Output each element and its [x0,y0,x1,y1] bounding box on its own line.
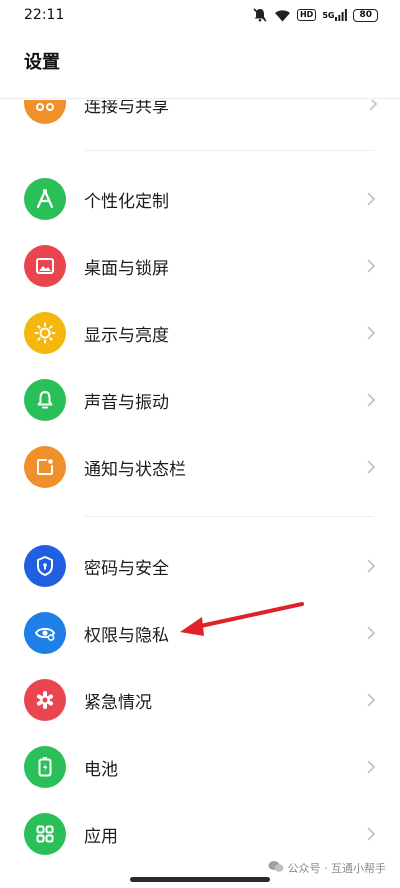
chevron-right-icon [364,556,378,576]
status-time: 22:11 [24,7,65,23]
battery-icon [24,746,66,788]
settings-item-desktop-lockscreen[interactable]: 桌面与锁屏 [0,233,400,299]
chevron-right-icon [364,757,378,777]
settings-item-label: 通知与状态栏 [84,459,186,480]
page-title: 设置 [24,52,60,73]
mute-bell-icon [252,8,268,22]
status-bar: 22:11 HD 5G 80 [0,0,400,30]
home-indicator[interactable] [130,877,270,882]
settings-item-label: 连接与共享 [84,100,169,117]
settings-item-notification-statusbar[interactable]: 通知与状态栏 [0,434,400,500]
hd-badge: HD [296,9,317,21]
notification-icon [24,446,66,488]
apps-grid-icon [24,813,66,855]
wifi-icon [274,9,291,22]
settings-item-display-brightness[interactable]: 显示与亮度 [0,300,400,366]
battery-indicator: 80 [353,8,378,22]
personalize-icon [24,178,66,220]
chevron-right-icon [364,824,378,844]
settings-item-label: 电池 [84,759,118,780]
settings-item-label: 紧急情况 [84,692,152,713]
connection-icon [24,100,66,124]
chevron-right-icon [364,623,378,643]
brightness-icon [24,312,66,354]
shield-lock-icon [24,545,66,587]
chevron-right-icon [368,100,378,116]
group-divider [84,150,374,151]
signal-icon: 5G [322,9,348,21]
settings-item-label: 密码与安全 [84,558,169,579]
chevron-right-icon [364,690,378,710]
wallpaper-icon [24,245,66,287]
settings-item-label: 显示与亮度 [84,325,169,346]
settings-item-permissions-privacy[interactable]: 权限与隐私 [0,600,400,666]
settings-item-apps[interactable]: 应用 [0,801,400,867]
settings-item-battery[interactable]: 电池 [0,734,400,800]
emergency-icon [24,679,66,721]
header-divider [0,98,400,99]
page-header: 设置 [0,48,400,100]
settings-item-label: 个性化定制 [84,191,169,212]
settings-item-personalize[interactable]: 个性化定制 [0,166,400,232]
wechat-icon [268,860,284,876]
settings-item-label: 应用 [84,826,118,847]
chevron-right-icon [364,323,378,343]
chevron-right-icon [364,390,378,410]
settings-item-label: 权限与隐私 [84,625,169,646]
settings-item-connection-sharing[interactable]: 连接与共享 [0,100,400,126]
privacy-eye-icon [24,612,66,654]
settings-item-emergency[interactable]: 紧急情况 [0,667,400,733]
settings-item-label: 桌面与锁屏 [84,258,169,279]
watermark-text: 公众号 · 互通小帮手 [287,862,387,875]
group-divider [84,516,374,517]
status-icons: HD 5G 80 [252,8,378,22]
chevron-right-icon [364,457,378,477]
network-label: 5G [322,10,335,20]
settings-item-label: 声音与振动 [84,392,169,413]
settings-item-sound-vibration[interactable]: 声音与振动 [0,367,400,433]
bell-icon [24,379,66,421]
chevron-right-icon [364,256,378,276]
chevron-right-icon [364,189,378,209]
watermark: 公众号 · 互通小帮手 [268,860,387,876]
settings-item-password-security[interactable]: 密码与安全 [0,533,400,599]
